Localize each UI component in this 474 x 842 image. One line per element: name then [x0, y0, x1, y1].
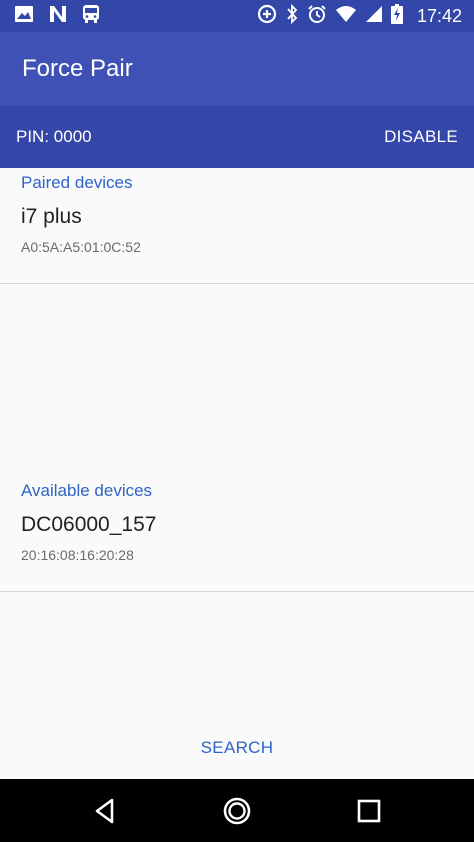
battery-charging-icon — [390, 3, 403, 29]
recents-icon[interactable] — [353, 795, 385, 827]
device-name: DC06000_157 — [21, 513, 157, 536]
search-button[interactable]: SEARCH — [0, 738, 474, 758]
paired-device-item[interactable]: i7 plus A0:5A:A5:01:0C:52 — [0, 189, 474, 284]
disable-button[interactable]: DISABLE — [384, 127, 458, 147]
image-icon — [14, 5, 34, 28]
status-time: 17:42 — [416, 5, 462, 26]
n-icon — [48, 5, 68, 28]
wifi-icon — [335, 5, 357, 28]
status-bar: 17:42 — [0, 0, 474, 32]
bluetooth-icon — [285, 3, 299, 29]
pin-label: PIN: 0000 — [16, 127, 92, 146]
data-saver-icon — [257, 4, 277, 29]
app-bar: Force Pair — [0, 32, 474, 106]
home-icon[interactable] — [221, 795, 253, 827]
bus-icon — [82, 4, 100, 29]
navigation-bar — [0, 779, 474, 842]
device-name: i7 plus — [21, 205, 82, 228]
device-mac: 20:16:08:16:20:28 — [21, 547, 134, 563]
pin-bar: PIN: 0000 DISABLE — [0, 106, 474, 168]
app-title: Force Pair — [22, 55, 133, 82]
available-device-item[interactable]: DC06000_157 20:16:08:16:20:28 — [0, 497, 474, 592]
back-icon[interactable] — [90, 795, 122, 827]
device-mac: A0:5A:A5:01:0C:52 — [21, 239, 141, 255]
alarm-icon — [307, 4, 327, 29]
signal-icon — [365, 5, 383, 28]
